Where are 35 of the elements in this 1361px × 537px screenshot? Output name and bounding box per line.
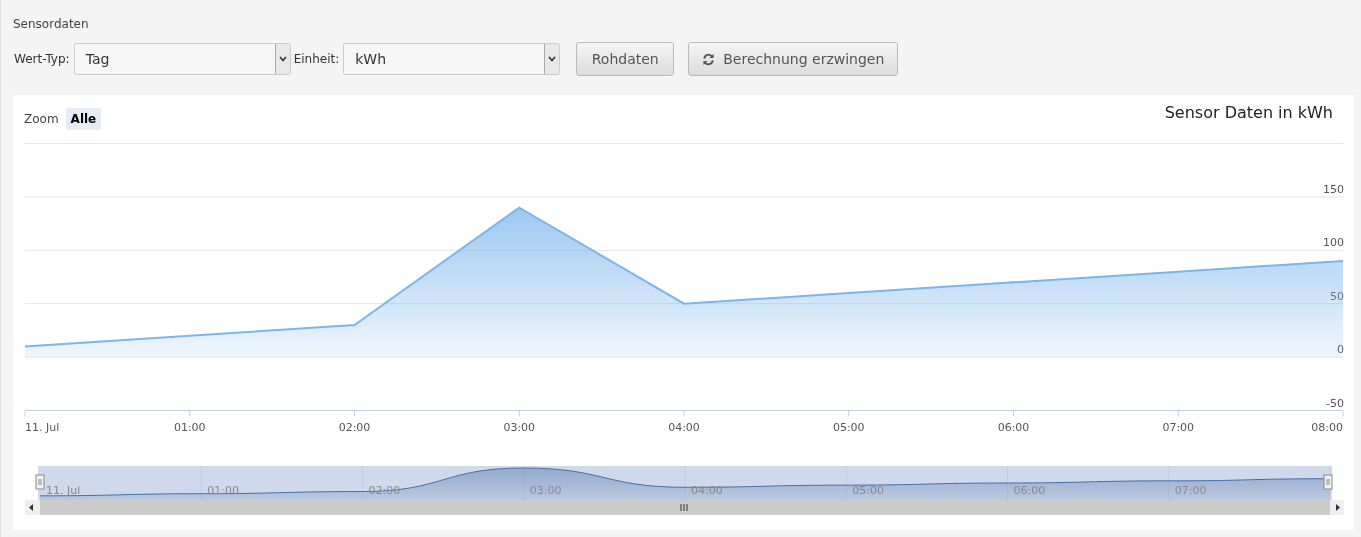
navigator-label: 07:00 — [1174, 484, 1207, 497]
chart-title: Sensor Daten in kWh — [1164, 103, 1333, 122]
navigator-label: 03:00 — [529, 484, 562, 497]
recalculate-button[interactable]: Berechnung erzwingen — [688, 42, 899, 76]
y-axis-label: 50 — [1330, 289, 1344, 303]
x-axis-label: 01:00 — [173, 420, 206, 434]
filter-label: Wert-Typ: — [14, 52, 70, 66]
x-axis-label: 08:00 — [1311, 420, 1343, 434]
y-axis-label: -50 — [1326, 396, 1344, 410]
x-axis-label: 06:00 — [997, 420, 1030, 434]
x-axis-label: 02:00 — [338, 420, 371, 434]
navigator-label: 04:00 — [691, 484, 723, 497]
navigator-label: 06:00 — [1013, 484, 1046, 497]
filter-label: Einheit: — [293, 52, 340, 66]
zoom-label: Zoom — [24, 112, 59, 126]
raw-data-button[interactable]: Rohdaten — [576, 42, 675, 76]
x-axis-label: 11. Jul — [25, 420, 60, 434]
left-handle[interactable] — [35, 474, 45, 490]
x-axis-label: 04:00 — [668, 420, 700, 434]
caret-icon — [544, 44, 560, 74]
x-axis-label: 07:00 — [1162, 420, 1195, 434]
x-axis-label: 03:00 — [503, 420, 536, 434]
x-axis-label: 05:00 — [832, 420, 865, 434]
select-field[interactable]: Tag — [73, 43, 291, 75]
y-axis-label: 100 — [1323, 236, 1344, 250]
navigator-label: 05:00 — [852, 484, 884, 497]
y-axis-label: 150 — [1323, 182, 1344, 196]
caret-icon — [274, 44, 290, 74]
right-handle[interactable] — [1323, 474, 1333, 490]
section-title: Sensordaten — [13, 17, 90, 33]
navigator-label: 11. Jul — [46, 484, 81, 497]
refresh-icon — [702, 52, 716, 66]
zoom-all-button[interactable]: Alle — [65, 108, 102, 130]
y-axis-label: 0 — [1337, 343, 1344, 357]
select-field[interactable]: kWh — [343, 43, 561, 75]
